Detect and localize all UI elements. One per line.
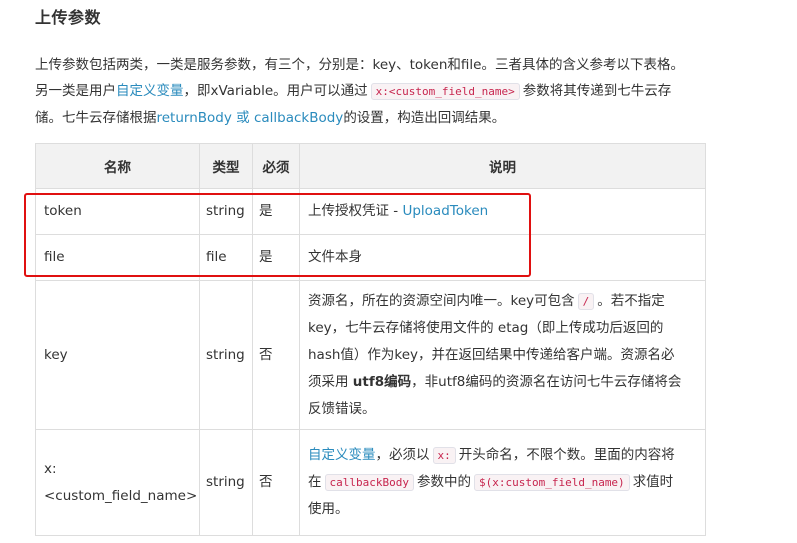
cell-description: 资源名，所在的资源空间内唯一。key可包含 / 。若不指定 key，七牛云存储将使用… [299,280,706,430]
cell-description: 自定义变量，必须以 x: 开头命名，不限个数。里面的内容将 在 callbackBod… [299,429,706,536]
inline-code: $(x:custom_field_name) [473,474,630,491]
intro-text: ，即xVariable。用户可以通过 [183,83,368,99]
cell-description: 上传授权凭证 - UploadToken [299,188,706,235]
table-row-token: token string 是 上传授权凭证 - UploadToken [35,188,706,235]
desc-line: hash值）作为key，并在返回结果中传递给客户端。资源名必 [308,346,675,363]
cell-required: 是 [252,234,300,281]
desc-line: 在 callbackBody 参数中的 $(x:custom_field_name) 求… [308,469,697,496]
cell-type: string [199,188,253,235]
desc-text: 须采用 [308,373,353,390]
intro-line-3: 储。七牛云存储根据returnBody 或 callbackBody的设置，构造… [35,105,705,131]
bold-text: utf8编码 [352,373,412,390]
header-description: 说明 [299,143,706,189]
intro-text: 参数将其传递到七牛云存 [522,83,672,99]
intro-text: 的设置，构造出回调结果。 [343,110,506,126]
table-row-file: file file 是 文件本身 [35,234,706,281]
desc-text: 求值时 [632,474,674,490]
custom-variable-link[interactable]: 自定义变量 [116,83,184,99]
cell-name: file [35,234,200,281]
intro-paragraph: 上传参数包括两类，一类是服务参数，有三个，分别是：key、token和file。… [35,52,705,131]
header-name: 名称 [35,143,200,189]
desc-text: 参数中的 [416,474,471,490]
custom-variable-link[interactable]: 自定义变量 [308,447,376,463]
desc-text: 。若不指定 [597,292,665,309]
uploadtoken-link[interactable]: UploadToken [402,203,488,219]
doc-page: 上传参数 上传参数包括两类，一类是服务参数，有三个，分别是：key、token和… [0,0,797,543]
intro-line-1: 上传参数包括两类，一类是服务参数，有三个，分别是：key、token和file。… [35,57,684,73]
desc-line: key，七牛云存储将使用文件的 etag（即上传成功后返回的 [308,319,664,336]
desc-line: 须采用 utf8编码，非utf8编码的资源名在访问七牛云存储将会 [308,369,697,396]
cell-description: 文件本身 [299,234,706,281]
cell-required: 是 [252,188,300,235]
inline-code: callbackBody [324,474,414,491]
intro-text: 储。七牛云存储根据 [35,110,157,126]
cell-type: string [199,280,253,430]
desc-text: ，必须以 [375,447,430,463]
desc-text: 资源名，所在的资源空间内唯一。key可包含 [308,292,575,309]
intro-text: 另一类是用户 [35,83,116,99]
desc-text: 在 [308,474,322,490]
desc-line: 自定义变量，必须以 x: 开头命名，不限个数。里面的内容将 [308,442,697,469]
cell-name: x:<custom_field_name> [35,429,200,536]
header-required: 必须 [252,143,300,189]
desc-line: 资源名，所在的资源空间内唯一。key可包含 / 。若不指定 [308,288,697,315]
desc-text: ，非utf8编码的资源名在访问七牛云存储将会 [411,373,682,390]
desc-text: 开头命名，不限个数。里面的内容将 [458,447,675,463]
section-title: 上传参数 [35,8,102,27]
inline-code: x: [432,447,456,464]
cell-required: 否 [252,280,300,430]
cell-name: token [35,188,200,235]
header-type: 类型 [199,143,253,189]
inline-code: x:<custom_field_name> [370,83,520,100]
params-table: 名称 类型 必须 说明 token string 是 上传授权凭证 - Uplo… [35,143,706,536]
cell-required: 否 [252,429,300,536]
cell-name: key [35,280,200,430]
returnbody-callbackbody-link[interactable]: returnBody 或 callbackBody [157,110,344,126]
table-row-custom-field: x:<custom_field_name> string 否 自定义变量，必须以… [35,429,706,536]
inline-code: / [577,292,595,310]
table-row-key: key string 否 资源名，所在的资源空间内唯一。key可包含 / 。若不指定… [35,280,706,430]
intro-line-2: 另一类是用户自定义变量，即xVariable。用户可以通过 x:<custom_f… [35,78,705,105]
desc-line: 反馈错误。 [308,400,376,417]
desc-text: 上传授权凭证 - [308,203,403,219]
cell-type: string [199,429,253,536]
table-header-row: 名称 类型 必须 说明 [35,143,706,189]
cell-type: file [199,234,253,281]
desc-line: 使用。 [308,501,349,517]
